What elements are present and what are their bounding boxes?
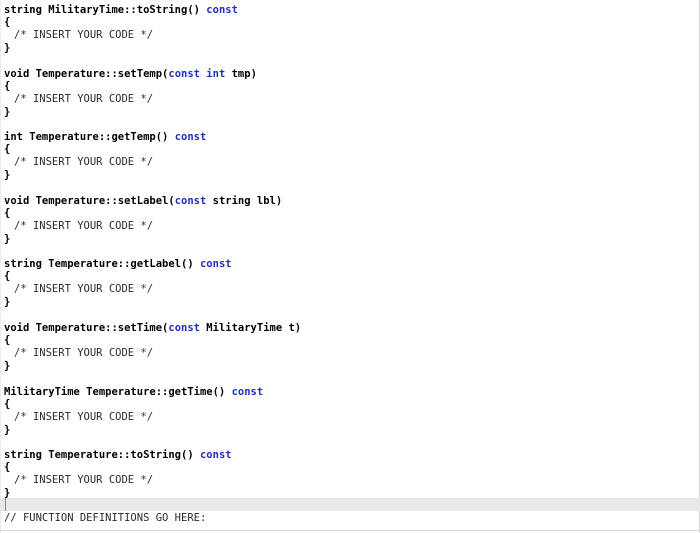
signature-suffix: MilitaryTime t) — [199, 322, 302, 334]
signature-text: MilitaryTime Temperature::getTime() — [4, 385, 226, 398]
function-signature-line[interactable]: string MilitaryTime::toString() const — [4, 2, 238, 18]
close-brace-line[interactable]: } — [4, 294, 10, 310]
footer-comment-line[interactable]: // FUNCTION DEFINITIONS GO HERE: — [4, 510, 206, 526]
insert-code-comment[interactable]: /* INSERT YOUR CODE */ — [14, 409, 153, 425]
open-brace-line[interactable]: { — [4, 332, 10, 348]
signature-text: void Temperature::setLabel( — [4, 194, 175, 207]
close-brace-line[interactable]: } — [4, 358, 10, 374]
keyword-token: const — [199, 449, 232, 462]
function-signature-line[interactable]: string Temperature::toString() const — [4, 447, 232, 463]
signature-text: void Temperature::setTime( — [4, 322, 169, 334]
signature-text: string Temperature::getLabel() — [4, 258, 194, 271]
keyword-token: const — [174, 131, 207, 144]
insert-code-comment[interactable]: /* INSERT YOUR CODE */ — [14, 218, 153, 234]
close-brace-line[interactable]: } — [4, 485, 10, 501]
comment-text: /* INSERT YOUR CODE */ — [14, 347, 154, 359]
open-brace-line[interactable]: { — [4, 14, 10, 30]
insert-code-comment[interactable]: /* INSERT YOUR CODE */ — [14, 91, 153, 107]
function-signature-line[interactable]: string Temperature::getLabel() const — [4, 256, 232, 272]
close-brace-line[interactable]: } — [4, 40, 10, 56]
comment-text: /* INSERT YOUR CODE */ — [14, 156, 154, 169]
footer-comment-text: // FUNCTION DEFINITIONS GO HERE: — [4, 512, 207, 524]
function-signature-line[interactable]: void Temperature::setTime(const Military… — [4, 320, 301, 336]
comment-text: /* INSERT YOUR CODE */ — [14, 474, 154, 487]
signature-text: string Temperature::toString() — [4, 449, 194, 462]
signature-text: void Temperature::setTemp( — [4, 67, 169, 80]
function-signature-line[interactable]: void Temperature::setTemp(const int tmp) — [4, 66, 257, 82]
keyword-token: const — [168, 322, 200, 334]
function-signature-line[interactable]: void Temperature::setLabel(const string … — [4, 193, 282, 209]
insert-code-comment[interactable]: /* INSERT YOUR CODE */ — [14, 27, 153, 43]
function-signature-line[interactable]: int Temperature::getTemp() const — [4, 129, 206, 145]
keyword-token: const — [231, 385, 264, 398]
comment-text: /* INSERT YOUR CODE */ — [14, 219, 154, 232]
close-brace-line[interactable]: } — [4, 231, 10, 247]
close-brace-line[interactable]: } — [4, 104, 10, 120]
open-brace-line[interactable]: { — [4, 268, 10, 284]
keyword-token: const int — [168, 67, 226, 80]
signature-suffix: string lbl) — [206, 194, 283, 207]
function-signature-line[interactable]: MilitaryTime Temperature::getTime() cons… — [4, 384, 263, 400]
close-brace-line[interactable]: } — [4, 422, 10, 438]
editor-bottom-border — [0, 530, 700, 531]
open-brace-line[interactable]: { — [4, 396, 10, 412]
signature-text: int Temperature::getTemp() — [4, 131, 169, 144]
signature-text: string MilitaryTime::toString() — [4, 4, 200, 16]
open-brace-line[interactable]: { — [4, 459, 10, 475]
keyword-token: const — [206, 4, 238, 16]
open-brace-line[interactable]: { — [4, 78, 10, 94]
keyword-token: const — [199, 258, 232, 271]
comment-text: /* INSERT YOUR CODE */ — [14, 410, 154, 423]
insert-code-comment[interactable]: /* INSERT YOUR CODE */ — [14, 154, 153, 170]
open-brace-line[interactable]: { — [4, 205, 10, 221]
insert-code-comment[interactable]: /* INSERT YOUR CODE */ — [14, 472, 153, 488]
insert-code-comment[interactable]: /* INSERT YOUR CODE */ — [14, 345, 153, 361]
keyword-token: const — [174, 194, 207, 207]
open-brace-line[interactable]: { — [4, 141, 10, 157]
comment-text: /* INSERT YOUR CODE */ — [14, 92, 154, 105]
close-brace-line[interactable]: } — [4, 167, 10, 183]
signature-suffix: tmp) — [225, 67, 257, 80]
comment-text: /* INSERT YOUR CODE */ — [14, 29, 154, 41]
code-editor[interactable]: string MilitaryTime::toString() const{/*… — [0, 0, 700, 533]
insert-code-comment[interactable]: /* INSERT YOUR CODE */ — [14, 281, 153, 297]
editor-left-edge — [0, 0, 1, 533]
comment-text: /* INSERT YOUR CODE */ — [14, 283, 154, 296]
